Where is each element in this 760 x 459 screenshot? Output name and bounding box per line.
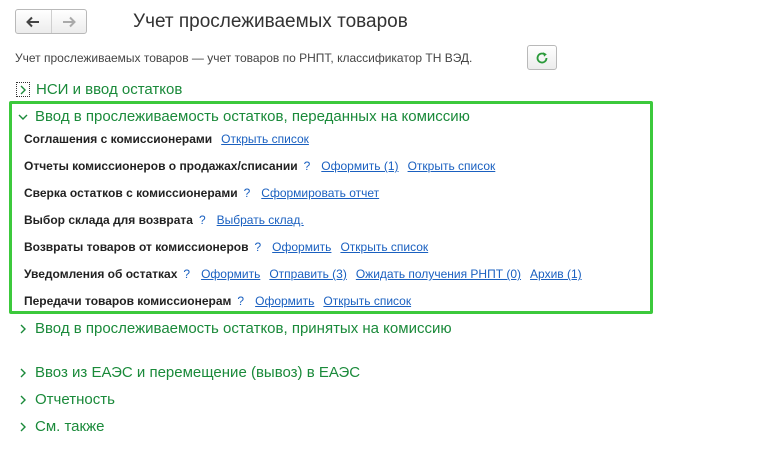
archive-link[interactable]: Архив (1) xyxy=(530,266,582,282)
section-reports-label: Отчетность xyxy=(35,391,115,408)
section-commission-in[interactable]: Ввод в прослеживаемость остатков, принят… xyxy=(16,320,455,338)
section-see-also[interactable]: См. также xyxy=(16,418,104,436)
page-title: Учет прослеживаемых товаров xyxy=(133,11,408,32)
issue-link[interactable]: Оформить (1) xyxy=(321,158,398,174)
list-item: Сверка остатков с комиссионерами ? Сформ… xyxy=(24,185,379,201)
issue-link[interactable]: Оформить xyxy=(255,293,314,309)
help-icon[interactable]: ? xyxy=(237,293,244,309)
generate-report-link[interactable]: Сформировать отчет xyxy=(261,185,379,201)
page-description: Учет прослеживаемых товаров — учет товар… xyxy=(15,51,473,65)
issue-link[interactable]: Оформить xyxy=(272,239,331,255)
section-nsi-label: НСИ и ввод остатков xyxy=(36,81,183,98)
help-icon[interactable]: ? xyxy=(254,239,261,255)
section-commission-out-label: Ввод в прослеживаемость остатков, переда… xyxy=(35,108,470,125)
open-list-link[interactable]: Открыть список xyxy=(340,239,428,255)
refresh-icon xyxy=(536,51,548,63)
send-link[interactable]: Отправить (3) xyxy=(269,266,347,282)
navigation-buttons xyxy=(15,9,87,34)
section-commission-out[interactable]: Ввод в прослеживаемость остатков, переда… xyxy=(16,108,470,126)
help-icon[interactable]: ? xyxy=(199,212,206,228)
row-label: Возвраты товаров от комиссионеров xyxy=(24,240,249,254)
open-list-link[interactable]: Открыть список xyxy=(323,293,411,309)
back-button[interactable] xyxy=(16,10,51,33)
section-see-also-label: См. также xyxy=(35,418,105,435)
choose-warehouse-link[interactable]: Выбрать склад. xyxy=(217,212,304,228)
help-icon[interactable]: ? xyxy=(304,158,311,174)
forward-button[interactable] xyxy=(50,10,87,33)
chevron-right-icon xyxy=(16,82,30,97)
help-icon[interactable]: ? xyxy=(244,185,251,201)
row-label: Уведомления об остатках xyxy=(24,267,178,281)
chevron-right-icon xyxy=(16,391,30,409)
chevron-right-icon xyxy=(16,364,30,382)
list-item: Соглашения с комиссионерами Открыть спис… xyxy=(24,131,309,147)
open-list-link[interactable]: Открыть список xyxy=(408,158,496,174)
help-icon[interactable]: ? xyxy=(183,266,190,282)
open-list-link[interactable]: Открыть список xyxy=(221,131,309,147)
row-label: Сверка остатков с комиссионерами xyxy=(24,186,238,200)
chevron-right-icon xyxy=(16,320,30,338)
list-item: Выбор склада для возврата ? Выбрать скла… xyxy=(24,212,304,228)
row-label: Соглашения с комиссионерами xyxy=(24,132,213,146)
row-label: Передачи товаров комиссионерам xyxy=(24,294,232,308)
section-commission-in-label: Ввод в прослеживаемость остатков, принят… xyxy=(35,320,452,337)
list-item: Возвраты товаров от комиссионеров ? Офор… xyxy=(24,239,428,255)
chevron-down-icon xyxy=(16,108,30,126)
chevron-right-icon xyxy=(16,418,30,436)
list-item: Уведомления об остатках ? Оформить Отпра… xyxy=(24,266,582,282)
section-eaeu[interactable]: Ввоз из ЕАЭС и перемещение (вывоз) в ЕАЭ… xyxy=(16,364,360,382)
row-label: Выбор склада для возврата xyxy=(24,213,193,227)
list-item: Отчеты комиссионеров о продажах/списании… xyxy=(24,158,495,174)
issue-link[interactable]: Оформить xyxy=(201,266,260,282)
await-rnpt-link[interactable]: Ожидать получения РНПТ (0) xyxy=(356,266,521,282)
list-item: Передачи товаров комиссионерам ? Оформит… xyxy=(24,293,411,309)
arrow-left-icon xyxy=(26,16,40,27)
refresh-button[interactable] xyxy=(527,45,557,70)
row-label: Отчеты комиссионеров о продажах/списании xyxy=(24,159,298,173)
section-nsi[interactable]: НСИ и ввод остатков xyxy=(16,81,182,99)
section-eaeu-label: Ввоз из ЕАЭС и перемещение (вывоз) в ЕАЭ… xyxy=(35,364,361,381)
section-reports[interactable]: Отчетность xyxy=(16,391,115,409)
arrow-right-icon xyxy=(62,16,76,27)
